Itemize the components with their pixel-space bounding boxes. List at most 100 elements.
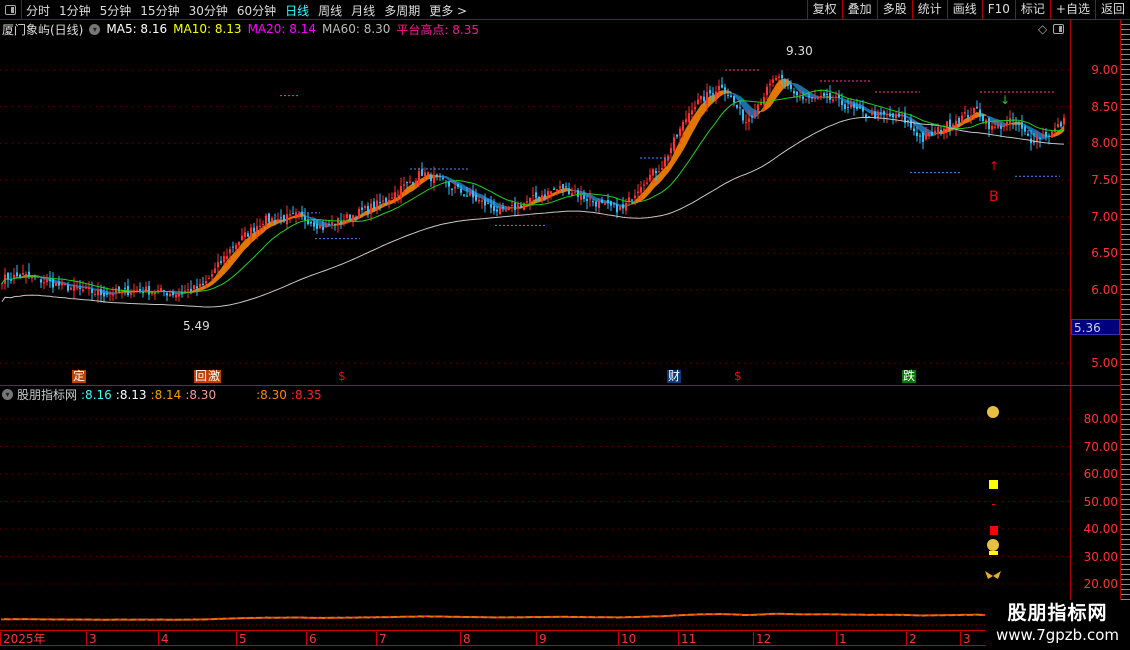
volume-bar [619,616,622,619]
volume-bar [628,616,631,619]
candle-body [79,287,81,289]
candle-body [1015,123,1017,125]
candle-body [895,113,897,118]
candle-body [970,115,972,119]
candle-body [526,201,528,203]
price-chart[interactable] [0,0,1070,630]
side-panel-strip[interactable] [1120,20,1130,630]
volume-bar [217,617,220,620]
candle-body [580,193,582,200]
candle-body [55,282,57,286]
volume-bar [916,614,919,617]
volume-bar [649,615,652,618]
volume-bar [412,615,415,618]
candle-body [649,174,651,181]
candle-body [388,199,390,203]
candle-body [106,293,108,295]
toolbar-button[interactable]: 返回 [1094,0,1130,20]
candle-body [187,289,189,291]
candle-body [226,256,228,259]
month-label: 11 [678,632,696,646]
candle-body [469,192,471,196]
volume-bar [502,616,505,619]
volume-bar [940,614,943,617]
volume-bar [76,618,79,621]
candle-body [724,87,726,93]
volume-bar [700,613,703,616]
price-tick: 7.00 [1091,209,1118,224]
candle-body [610,201,612,206]
volume-bar [352,616,355,619]
signal-marker: $ [338,369,346,383]
volume-bar [817,613,820,616]
volume-bar [463,616,466,619]
candle-body [700,95,702,100]
volume-bar [466,616,469,619]
ma-ribbon [865,107,870,114]
candle-body [520,205,522,208]
volume-bar [577,616,580,619]
volume-bar [142,618,145,621]
volume-bar [757,613,760,616]
volume-bar [250,616,253,619]
volume-bar [388,616,391,619]
candle-body [553,188,555,190]
volume-bar [571,615,574,618]
signal-square [989,551,998,555]
candle-body [925,134,927,140]
volume-bar [214,618,217,621]
volume-bar [931,614,934,617]
candle-body [517,204,519,208]
candle-body [994,126,996,128]
candle-body [511,205,513,207]
volume-bar [883,613,886,616]
volume-bar [748,613,751,616]
volume-bar [88,618,91,621]
volume-bar [280,616,283,619]
candle-body [637,191,639,193]
volume-bar [514,616,517,619]
volume-bar [676,614,679,617]
volume-bar [277,616,280,619]
candle-body [943,128,945,134]
volume-bar [622,616,625,619]
volume-bar [865,613,868,616]
volume-bar [670,614,673,617]
month-label: 9 [536,632,547,646]
candle-body [265,215,267,227]
volume-bar [505,616,508,619]
candle-body [211,274,213,277]
volume-bar [241,617,244,620]
candle-body [751,116,753,118]
volume-bar [94,618,97,621]
volume-bar [211,618,214,621]
candle-body [250,227,252,238]
candle-body [547,191,549,196]
candle-body [376,200,378,206]
candle-body [109,293,111,295]
candle-body [931,132,933,136]
candle-body [496,209,498,212]
candle-body [64,284,66,286]
candle-body [82,289,84,292]
candle-body [763,97,765,105]
volume-bar [574,615,577,618]
volume-bar [661,615,664,618]
volume-bar [760,613,763,616]
volume-bar [436,615,439,618]
candle-body [697,99,699,105]
volume-bar [703,613,706,616]
price-tick: 7.50 [1091,172,1118,187]
volume-bar [901,613,904,616]
volume-bar [187,618,190,621]
volume-bar [667,614,670,617]
volume-bar [541,616,544,619]
volume-bar [559,615,562,618]
chevron-down-icon[interactable]: ▾ [2,389,13,400]
price-tick: 8.00 [1091,136,1118,151]
candle-body [139,289,141,291]
candle-body [235,244,237,250]
volume-bar [346,616,349,619]
candle-body [28,271,30,277]
candle-body [202,283,204,286]
